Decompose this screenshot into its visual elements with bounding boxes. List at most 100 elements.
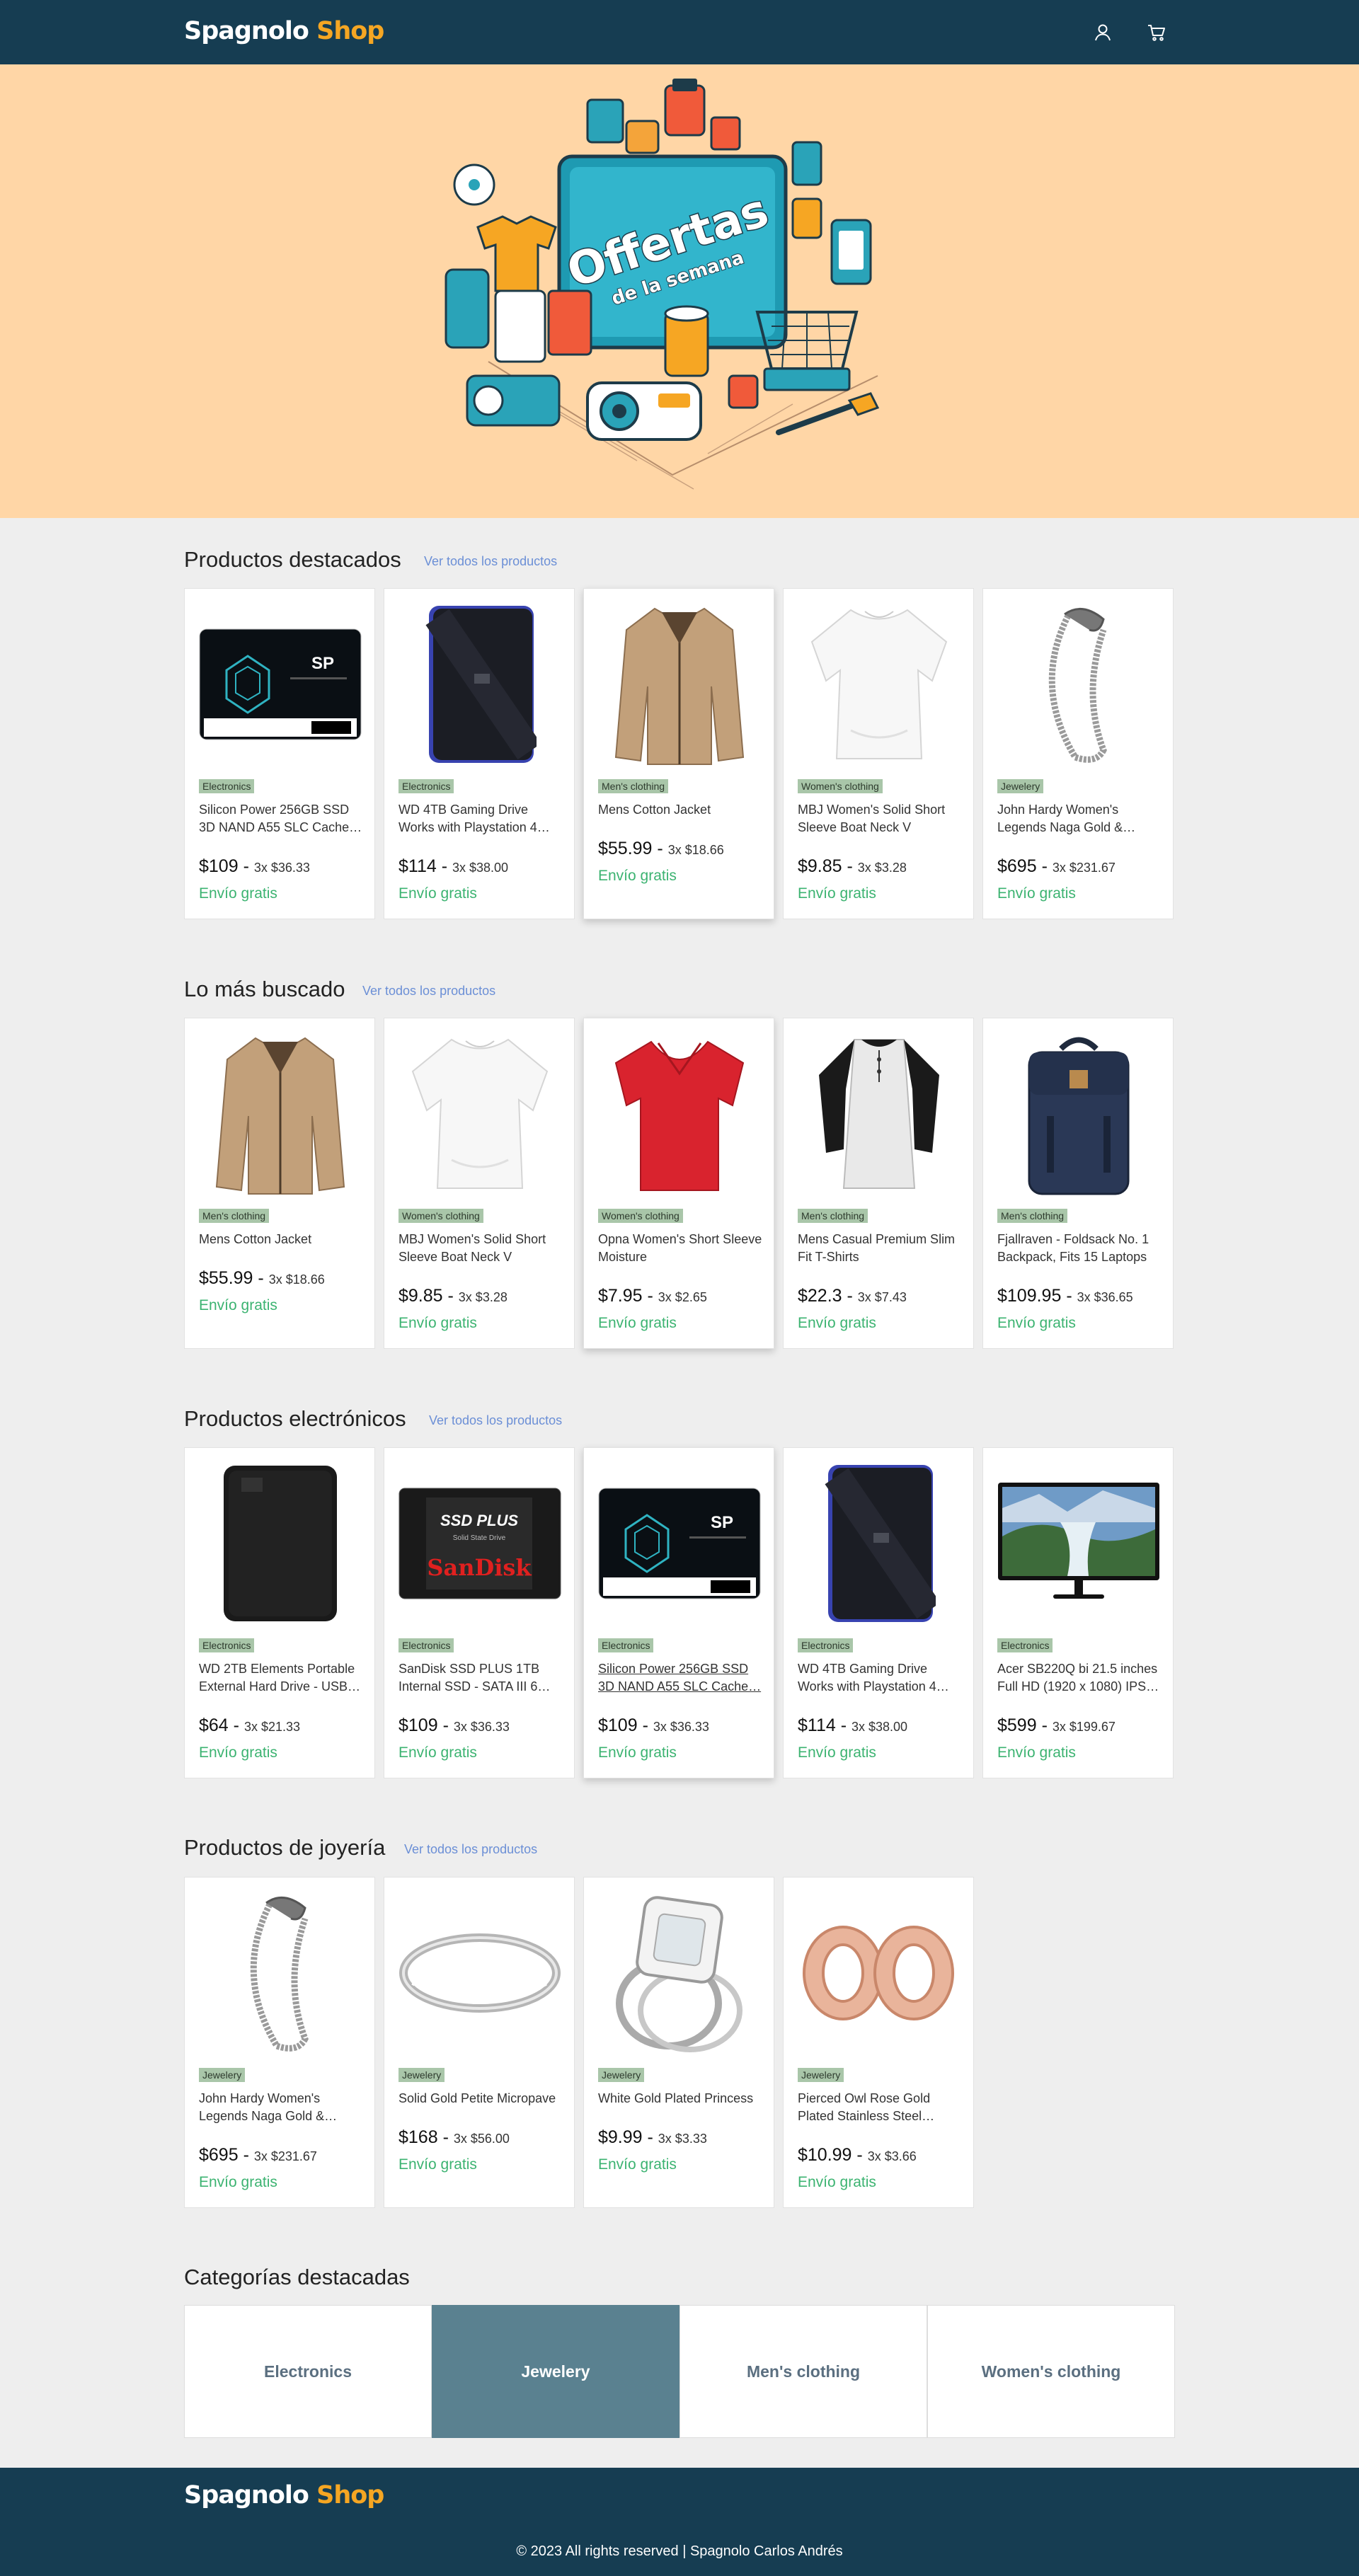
category-tile-jewelery[interactable]: Jewelery bbox=[432, 2305, 680, 2438]
view-all-link-jewelry[interactable]: Ver todos los productos bbox=[404, 1842, 537, 1857]
free-shipping-label: Envío gratis bbox=[798, 1315, 876, 1331]
free-shipping-label: Envío gratis bbox=[997, 1744, 1076, 1761]
section-title-categories: Categorías destacadas bbox=[184, 2265, 410, 2289]
product-installments: 3x $7.43 bbox=[857, 1290, 907, 1304]
product-price: $9.85 bbox=[398, 1286, 443, 1306]
product-price: $7.95 bbox=[598, 1286, 643, 1306]
category-badge: Jewelery bbox=[997, 779, 1044, 793]
svg-text:SP: SP bbox=[311, 654, 334, 673]
category-badge: Jewelery bbox=[398, 2068, 445, 2082]
product-card[interactable]: Jewelery Solid Gold Petite Micropave $16… bbox=[384, 1877, 575, 2208]
free-shipping-label: Envío gratis bbox=[398, 2156, 477, 2173]
category-tile-electronics[interactable]: Electronics bbox=[184, 2305, 432, 2438]
product-grid-electronics: Electronics WD 2TB Elements Portable Ext… bbox=[184, 1447, 1175, 1778]
product-name: Mens Casual Premium Slim Fit T-Shirts bbox=[798, 1232, 956, 1264]
cart-icon[interactable] bbox=[1146, 22, 1167, 43]
product-price-row: $109 - 3x $36.33 bbox=[199, 856, 310, 876]
product-installments: 3x $21.33 bbox=[243, 1720, 301, 1734]
product-grid-featured: SP Electronics Silicon Power 256GB SSD 3… bbox=[184, 588, 1175, 919]
product-card[interactable]: Men's clothing Mens Cotton Jacket $55.99… bbox=[583, 588, 774, 919]
product-card[interactable]: Women's clothing Opna Women's Short Slee… bbox=[583, 1018, 774, 1349]
product-image bbox=[794, 1459, 964, 1628]
view-all-link-electronics[interactable]: Ver todos los productos bbox=[429, 1413, 562, 1428]
product-price: $22.3 bbox=[798, 1286, 842, 1306]
category-badge: Electronics bbox=[398, 1638, 454, 1652]
product-name: Silicon Power 256GB SSD 3D NAND A55 SLC … bbox=[199, 803, 362, 834]
product-card[interactable]: Jewelery White Gold Plated Princess $9.9… bbox=[583, 1877, 774, 2208]
product-price-row: $109.95 - 3x $36.65 bbox=[997, 1286, 1133, 1306]
category-tiles: Electronics Jewelery Men's clothing Wome… bbox=[184, 2305, 1175, 2438]
product-price: $599 bbox=[997, 1715, 1037, 1735]
product-card[interactable]: Men's clothing Mens Casual Premium Slim … bbox=[783, 1018, 974, 1349]
category-badge: Jewelery bbox=[598, 2068, 645, 2082]
product-price-row: $114 - 3x $38.00 bbox=[798, 1715, 908, 1735]
category-badge: Jewelery bbox=[199, 2068, 246, 2082]
product-installments: 3x $36.33 bbox=[653, 1720, 709, 1734]
product-image bbox=[794, 1888, 964, 2058]
product-image bbox=[595, 1888, 764, 2058]
product-price: $109.95 bbox=[997, 1286, 1062, 1306]
product-card[interactable]: SP Electronics Silicon Power 256GB SSD 3… bbox=[184, 588, 375, 919]
product-name: Opna Women's Short Sleeve Moisture bbox=[598, 1232, 762, 1264]
product-name: Fjallraven - Foldsack No. 1 Backpack, Fi… bbox=[997, 1232, 1149, 1264]
category-badge: Electronics bbox=[199, 1638, 255, 1652]
free-shipping-label: Envío gratis bbox=[798, 1744, 876, 1761]
product-name: Mens Cotton Jacket bbox=[199, 1232, 312, 1246]
product-card[interactable]: Electronics WD 4TB Gaming Drive Works wi… bbox=[384, 588, 575, 919]
view-all-link-featured[interactable]: Ver todos los productos bbox=[424, 554, 557, 569]
free-shipping-label: Envío gratis bbox=[997, 885, 1076, 902]
view-all-link-most-searched[interactable]: Ver todos los productos bbox=[362, 984, 495, 999]
product-card[interactable]: SSD PLUS Solid State Drive SanDisk Electro… bbox=[384, 1447, 575, 1778]
user-icon[interactable] bbox=[1092, 22, 1113, 43]
category-badge: Jewelery bbox=[798, 2068, 844, 2082]
product-price: $10.99 bbox=[798, 2145, 852, 2165]
product-card[interactable]: Jewelery John Hardy Women's Legends Naga… bbox=[982, 588, 1174, 919]
free-shipping-label: Envío gratis bbox=[199, 2174, 277, 2190]
product-price: $55.99 bbox=[199, 1268, 253, 1288]
category-tile-mens-clothing[interactable]: Men's clothing bbox=[680, 2305, 927, 2438]
site-header: Spagnolo Shop bbox=[0, 0, 1359, 64]
product-installments: 3x $231.67 bbox=[1052, 861, 1116, 875]
product-price-row: $695 - 3x $231.67 bbox=[997, 856, 1116, 876]
category-badge: Electronics bbox=[598, 1638, 654, 1652]
product-name: Silicon Power 256GB SSD 3D NAND A55 SLC … bbox=[598, 1662, 762, 1694]
brand-logo[interactable]: Spagnolo Shop bbox=[184, 17, 384, 45]
product-price: $695 bbox=[997, 856, 1037, 876]
product-card[interactable]: Women's clothing MBJ Women's Solid Short… bbox=[783, 588, 974, 919]
product-card[interactable]: Electronics WD 2TB Elements Portable Ext… bbox=[184, 1447, 375, 1778]
footer-brand-logo[interactable]: Spagnolo Shop bbox=[184, 2481, 384, 2509]
free-shipping-label: Envío gratis bbox=[598, 1744, 677, 1761]
category-badge: Electronics bbox=[398, 779, 454, 793]
product-price-row: $114 - 3x $38.00 bbox=[398, 856, 509, 876]
category-tile-womens-clothing[interactable]: Women's clothing bbox=[927, 2305, 1175, 2438]
product-image: SSD PLUS Solid State Drive SanDisk bbox=[395, 1459, 565, 1628]
product-card[interactable]: Jewelery John Hardy Women's Legends Naga… bbox=[184, 1877, 375, 2208]
product-card[interactable]: Men's clothing Fjallraven - Foldsack No.… bbox=[982, 1018, 1174, 1349]
product-installments: 3x $36.65 bbox=[1077, 1290, 1133, 1304]
product-image bbox=[395, 1029, 565, 1199]
product-image bbox=[994, 599, 1164, 769]
product-installments: 3x $18.66 bbox=[667, 843, 724, 857]
free-shipping-label: Envío gratis bbox=[398, 885, 477, 902]
product-image bbox=[195, 1029, 365, 1199]
category-badge: Electronics bbox=[798, 1638, 854, 1652]
product-price-row: $9.85 - 3x $3.28 bbox=[398, 1286, 508, 1306]
free-shipping-label: Envío gratis bbox=[199, 1297, 277, 1313]
product-price: $168 bbox=[398, 2127, 438, 2147]
brand-name-part2: Shop bbox=[316, 2481, 384, 2509]
product-card[interactable]: Men's clothing Mens Cotton Jacket $55.99… bbox=[184, 1018, 375, 1349]
product-image: SP bbox=[595, 1459, 764, 1628]
product-card[interactable]: Jewelery Pierced Owl Rose Gold Plated St… bbox=[783, 1877, 974, 2208]
product-installments: 3x $2.65 bbox=[658, 1290, 707, 1304]
product-card[interactable]: Women's clothing MBJ Women's Solid Short… bbox=[384, 1018, 575, 1349]
product-card[interactable]: SP Electronics Silicon Power 256GB SSD 3… bbox=[583, 1447, 774, 1778]
product-name: John Hardy Women's Legends Naga Gold &… bbox=[997, 803, 1136, 834]
product-card[interactable]: Electronics WD 4TB Gaming Drive Works wi… bbox=[783, 1447, 974, 1778]
product-image bbox=[794, 599, 964, 769]
product-price-row: $55.99 - 3x $18.66 bbox=[598, 839, 724, 858]
product-price-row: $9.85 - 3x $3.28 bbox=[798, 856, 907, 876]
product-card[interactable]: Electronics Acer SB220Q bi 21.5 inches F… bbox=[982, 1447, 1174, 1778]
product-price: $64 bbox=[199, 1715, 229, 1735]
product-price: $695 bbox=[199, 2145, 239, 2165]
product-price: $9.85 bbox=[798, 856, 842, 876]
